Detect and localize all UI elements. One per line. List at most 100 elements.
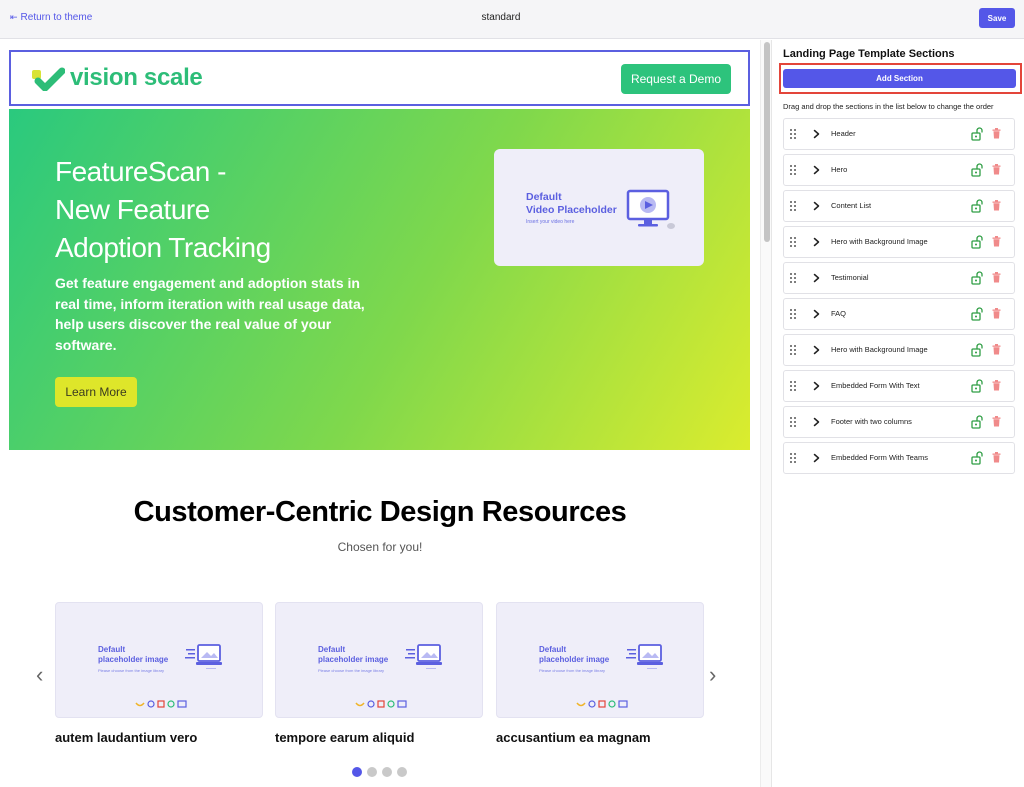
resource-card-caption[interactable]: tempore earum aliquid xyxy=(275,730,414,745)
chevron-right-icon[interactable] xyxy=(813,417,820,427)
chevron-right-icon[interactable] xyxy=(813,309,820,319)
drag-handle-icon[interactable] xyxy=(789,128,797,140)
section-item[interactable]: Content List xyxy=(783,190,1015,222)
resource-card-image[interactable]: Default placeholder image Please choose f… xyxy=(496,602,704,718)
image-placeholder-icon xyxy=(626,644,663,669)
section-item[interactable]: Hero xyxy=(783,154,1015,186)
section-label: Embedded Form With Text xyxy=(831,381,920,390)
drag-handle-icon[interactable] xyxy=(789,200,797,212)
sections-panel: Landing Page Template Sections Add Secti… xyxy=(773,40,1024,787)
trash-icon[interactable] xyxy=(992,380,1001,391)
hero-title-line: New Feature xyxy=(55,194,210,225)
resource-card-caption[interactable]: autem laudantium vero xyxy=(55,730,197,745)
add-section-button[interactable]: Add Section xyxy=(783,69,1016,88)
drag-handle-icon[interactable] xyxy=(789,308,797,320)
pager-dot[interactable] xyxy=(397,767,407,777)
lock-open-icon[interactable] xyxy=(971,307,983,321)
pager-dot[interactable] xyxy=(367,767,377,777)
section-label: Hero with Background Image xyxy=(831,345,928,354)
pager-dot[interactable] xyxy=(352,767,362,777)
trash-icon[interactable] xyxy=(992,452,1001,463)
video-placeholder-title: Default Video Placeholder xyxy=(526,191,636,217)
monitor-play-icon xyxy=(626,189,675,229)
resource-card-image[interactable]: Default placeholder image Please choose f… xyxy=(275,602,483,718)
drag-handle-icon[interactable] xyxy=(789,164,797,176)
carousel-pager xyxy=(352,767,407,777)
trash-icon[interactable] xyxy=(992,236,1001,247)
learn-more-button[interactable]: Learn More xyxy=(55,377,137,407)
lock-open-icon[interactable] xyxy=(971,343,983,357)
pager-dot[interactable] xyxy=(382,767,392,777)
site-header-section[interactable]: vision scale Request a Demo xyxy=(9,50,750,106)
lock-open-icon[interactable] xyxy=(971,379,983,393)
shape-dots-icon xyxy=(576,700,628,708)
section-item[interactable]: Testimonial xyxy=(783,262,1015,294)
trash-icon[interactable] xyxy=(992,344,1001,355)
lock-open-icon[interactable] xyxy=(971,415,983,429)
section-label: Hero with Background Image xyxy=(831,237,928,246)
chevron-right-icon[interactable] xyxy=(813,453,820,463)
drag-handle-icon[interactable] xyxy=(789,416,797,428)
chevron-right-icon[interactable] xyxy=(813,129,820,139)
drag-handle-icon[interactable] xyxy=(789,344,797,356)
resource-card-caption[interactable]: accusantium ea magnam xyxy=(496,730,651,745)
card-placeholder-hint: Please choose from the image library xyxy=(318,668,385,673)
chevron-right-icon[interactable] xyxy=(813,201,820,211)
image-placeholder-icon xyxy=(405,644,442,669)
hero-title-line: FeatureScan - xyxy=(55,156,226,187)
section-item[interactable]: Hero with Background Image xyxy=(783,226,1015,258)
chevron-right-icon[interactable] xyxy=(813,273,820,283)
trash-icon[interactable] xyxy=(992,200,1001,211)
lock-open-icon[interactable] xyxy=(971,199,983,213)
save-button[interactable]: Save xyxy=(979,8,1015,28)
drag-handle-icon[interactable] xyxy=(789,236,797,248)
chevron-right-icon[interactable] xyxy=(813,381,820,391)
request-demo-button[interactable]: Request a Demo xyxy=(621,64,731,94)
trash-icon[interactable] xyxy=(992,164,1001,175)
section-item[interactable]: Footer with two columns xyxy=(783,406,1015,438)
preview-scrollbar[interactable] xyxy=(760,40,772,787)
chevron-right-icon[interactable]: › xyxy=(709,662,716,688)
chevron-right-icon[interactable] xyxy=(813,345,820,355)
trash-icon[interactable] xyxy=(992,416,1001,427)
trash-icon[interactable] xyxy=(992,308,1001,319)
chevron-left-icon[interactable]: ‹ xyxy=(36,662,43,688)
trash-icon[interactable] xyxy=(992,128,1001,139)
lock-open-icon[interactable] xyxy=(971,451,983,465)
section-item[interactable]: FAQ xyxy=(783,298,1015,330)
section-label: FAQ xyxy=(831,309,847,318)
section-item[interactable]: Embedded Form With Text xyxy=(783,370,1015,402)
lock-open-icon[interactable] xyxy=(971,163,983,177)
resource-card-image[interactable]: Default placeholder image Please choose f… xyxy=(55,602,263,718)
trash-icon[interactable] xyxy=(992,272,1001,283)
section-item[interactable]: Embedded Form With Teams xyxy=(783,442,1015,474)
chevron-right-icon[interactable] xyxy=(813,237,820,247)
card-placeholder-hint: Please choose from the image library xyxy=(98,668,165,673)
video-placeholder[interactable]: Default Video Placeholder Insert your vi… xyxy=(494,149,704,266)
panel-title: Landing Page Template Sections xyxy=(783,48,955,60)
drag-handle-icon[interactable] xyxy=(789,380,797,392)
drag-handle-icon[interactable] xyxy=(789,452,797,464)
card-placeholder-title: Default placeholder image xyxy=(98,645,169,664)
chevron-right-icon[interactable] xyxy=(813,165,820,175)
shape-dots-icon xyxy=(135,700,187,708)
hero-title: FeatureScan - New Feature Adoption Track… xyxy=(55,153,415,267)
card-placeholder-title: Default placeholder image xyxy=(539,645,610,664)
section-label: Header xyxy=(831,129,856,138)
video-placeholder-hint: Insert your video here xyxy=(526,219,575,225)
lock-open-icon[interactable] xyxy=(971,271,983,285)
hero-section[interactable]: FeatureScan - New Feature Adoption Track… xyxy=(9,109,750,450)
section-label: Footer with two columns xyxy=(831,417,912,426)
scrollbar-thumb[interactable] xyxy=(764,42,770,242)
section-label: Content List xyxy=(831,201,872,210)
lock-open-icon[interactable] xyxy=(971,127,983,141)
hero-description: Get feature engagement and adoption stat… xyxy=(55,275,365,353)
section-item[interactable]: Hero with Background Image xyxy=(783,334,1015,366)
section-item[interactable]: Header xyxy=(783,118,1015,150)
top-bar: ⇤ Return to theme standard Save xyxy=(0,0,1024,39)
image-placeholder-icon xyxy=(185,644,222,669)
resources-subheading: Chosen for you! xyxy=(337,540,423,554)
drag-handle-icon[interactable] xyxy=(789,272,797,284)
hero-title-line: Adoption Tracking xyxy=(55,232,271,263)
lock-open-icon[interactable] xyxy=(971,235,983,249)
